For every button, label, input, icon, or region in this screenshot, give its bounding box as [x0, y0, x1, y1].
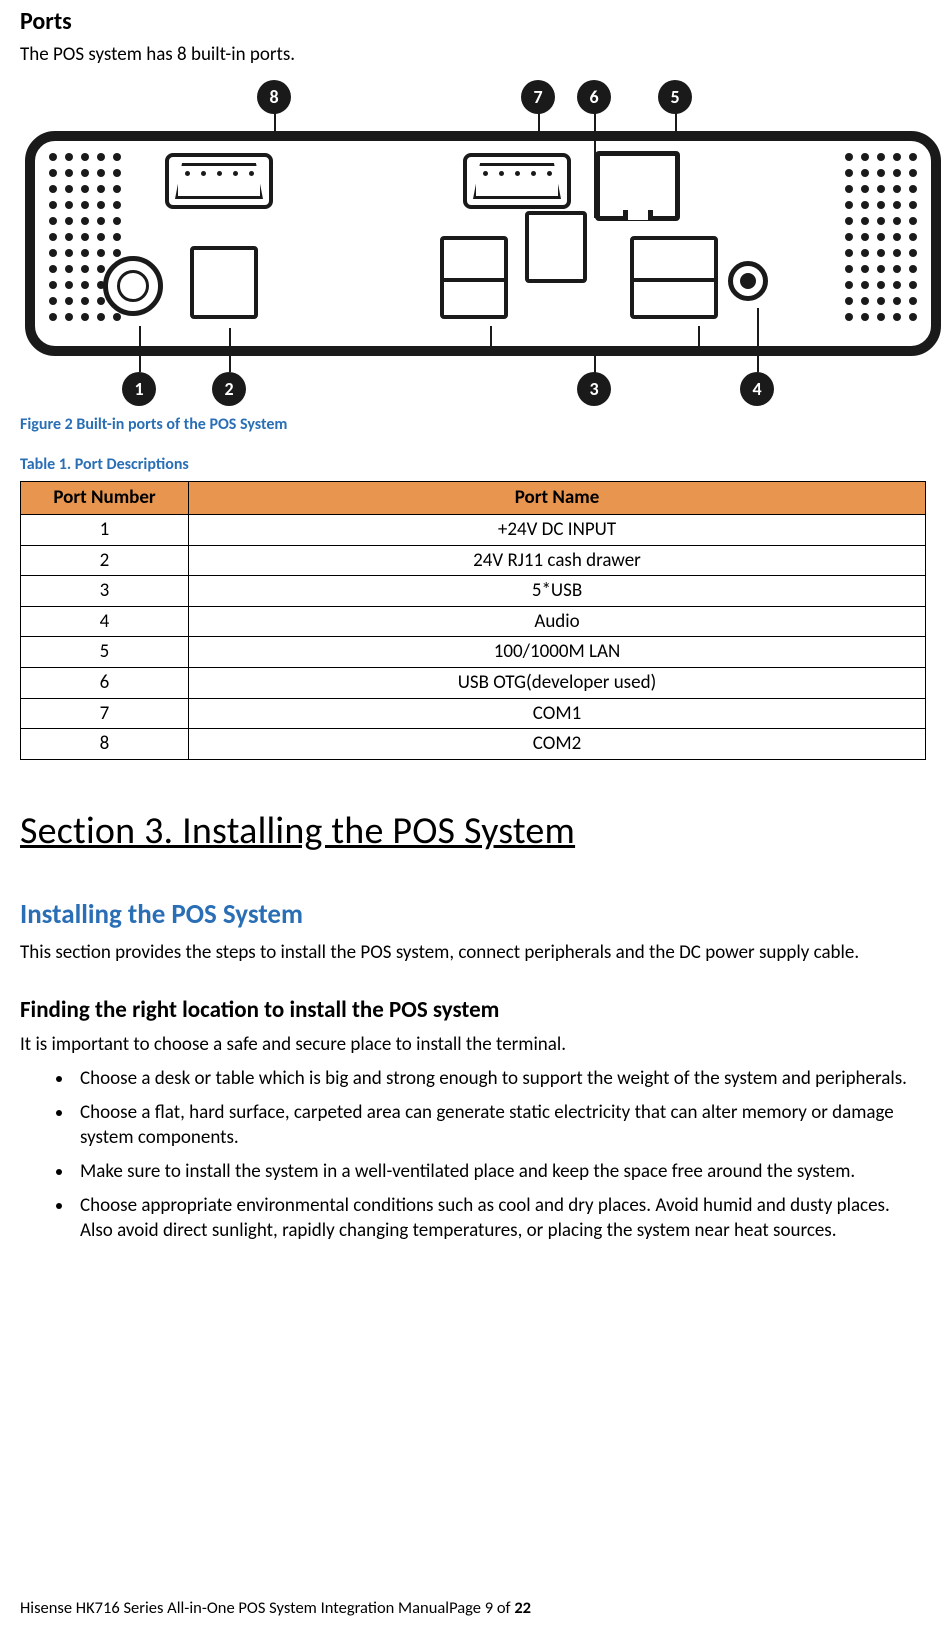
- cell-port-num: 7: [21, 698, 189, 729]
- port-audio: [728, 261, 768, 301]
- cell-port-num: 8: [21, 729, 189, 760]
- footer-of: of: [493, 1598, 514, 1618]
- port-com2: [165, 153, 273, 209]
- ports-diagram: 8 7 6 5 1 2 3 4: [20, 76, 926, 406]
- footer-prefix: Hisense HK716 Series All-in-One POS Syst…: [20, 1598, 485, 1618]
- cell-port-name: USB OTG(developer used): [189, 668, 926, 699]
- cell-port-name: Audio: [189, 606, 926, 637]
- cell-port-name: COM2: [189, 729, 926, 760]
- location-intro: It is important to choose a safe and sec…: [20, 1032, 926, 1058]
- heading-section-3: Section 3. Installing the POS System: [20, 806, 926, 857]
- table-row: 8COM2: [21, 729, 926, 760]
- table-row: 1+24V DC INPUT: [21, 514, 926, 545]
- cell-port-num: 1: [21, 514, 189, 545]
- port-usb-otg: [525, 211, 587, 283]
- table-row: 224V RJ11 cash drawer: [21, 545, 926, 576]
- page-footer: Hisense HK716 Series All-in-One POS Syst…: [20, 1597, 531, 1619]
- callout-7: 7: [521, 80, 555, 114]
- callout-8: 8: [257, 80, 291, 114]
- cell-port-name: 100/1000M LAN: [189, 637, 926, 668]
- location-bullets: Choose a desk or table which is big and …: [20, 1066, 926, 1244]
- table-head-row: Port Number Port Name: [21, 482, 926, 515]
- list-item: Choose a desk or table which is big and …: [74, 1066, 926, 1092]
- heading-installing: Installing the POS System: [20, 897, 926, 933]
- port-usb-pair: [440, 236, 508, 319]
- th-port-name: Port Name: [189, 482, 926, 515]
- callout-3: 3: [577, 372, 611, 406]
- table-row: 35*USB: [21, 576, 926, 607]
- callout-5: 5: [658, 80, 692, 114]
- heading-finding-location: Finding the right location to install th…: [20, 995, 926, 1026]
- footer-total: 22: [514, 1598, 531, 1618]
- table-caption: Table 1. Port Descriptions: [20, 454, 926, 476]
- port-table: Port Number Port Name 1+24V DC INPUT 224…: [20, 481, 926, 760]
- callout-4: 4: [740, 372, 774, 406]
- vent-right: [845, 153, 917, 321]
- port-usb-stack: [630, 236, 718, 319]
- cell-port-name: 24V RJ11 cash drawer: [189, 545, 926, 576]
- cell-port-name: COM1: [189, 698, 926, 729]
- port-com1: [463, 153, 571, 209]
- list-item: Make sure to install the system in a wel…: [74, 1159, 926, 1185]
- th-port-number: Port Number: [21, 482, 189, 515]
- lead-6: [594, 112, 596, 218]
- cell-port-num: 4: [21, 606, 189, 637]
- lead-4: [757, 308, 759, 372]
- table-row: 5100/1000M LAN: [21, 637, 926, 668]
- lead-7: [538, 112, 540, 140]
- lead-3c: [698, 326, 700, 354]
- installing-body: This section provides the steps to insta…: [20, 940, 926, 966]
- callout-6: 6: [577, 80, 611, 114]
- cell-port-num: 6: [21, 668, 189, 699]
- table-row: 4Audio: [21, 606, 926, 637]
- footer-page: 9: [485, 1598, 493, 1618]
- cell-port-name: 5*USB: [189, 576, 926, 607]
- callout-2: 2: [212, 372, 246, 406]
- cell-port-num: 3: [21, 576, 189, 607]
- callout-1: 1: [122, 372, 156, 406]
- lead-3d: [594, 353, 596, 373]
- lead-2: [229, 328, 231, 372]
- cell-port-num: 5: [21, 637, 189, 668]
- cell-port-num: 2: [21, 545, 189, 576]
- figure-caption: Figure 2 Built-in ports of the POS Syste…: [20, 414, 926, 436]
- lead-5: [675, 112, 677, 140]
- lead-1: [139, 326, 141, 372]
- lead-8: [274, 112, 276, 140]
- port-rj11: [190, 246, 258, 319]
- list-item: Choose appropriate environmental conditi…: [74, 1193, 926, 1244]
- panel-outline: [25, 131, 941, 356]
- list-item: Choose a flat, hard surface, carpeted ar…: [74, 1100, 926, 1151]
- port-dc-input: [103, 256, 163, 316]
- cell-port-name: +24V DC INPUT: [189, 514, 926, 545]
- ports-intro: The POS system has 8 built-in ports.: [20, 42, 926, 68]
- lead-3a: [490, 326, 492, 354]
- heading-ports: Ports: [20, 6, 926, 38]
- port-lan: [595, 151, 680, 221]
- table-row: 6USB OTG(developer used): [21, 668, 926, 699]
- table-row: 7COM1: [21, 698, 926, 729]
